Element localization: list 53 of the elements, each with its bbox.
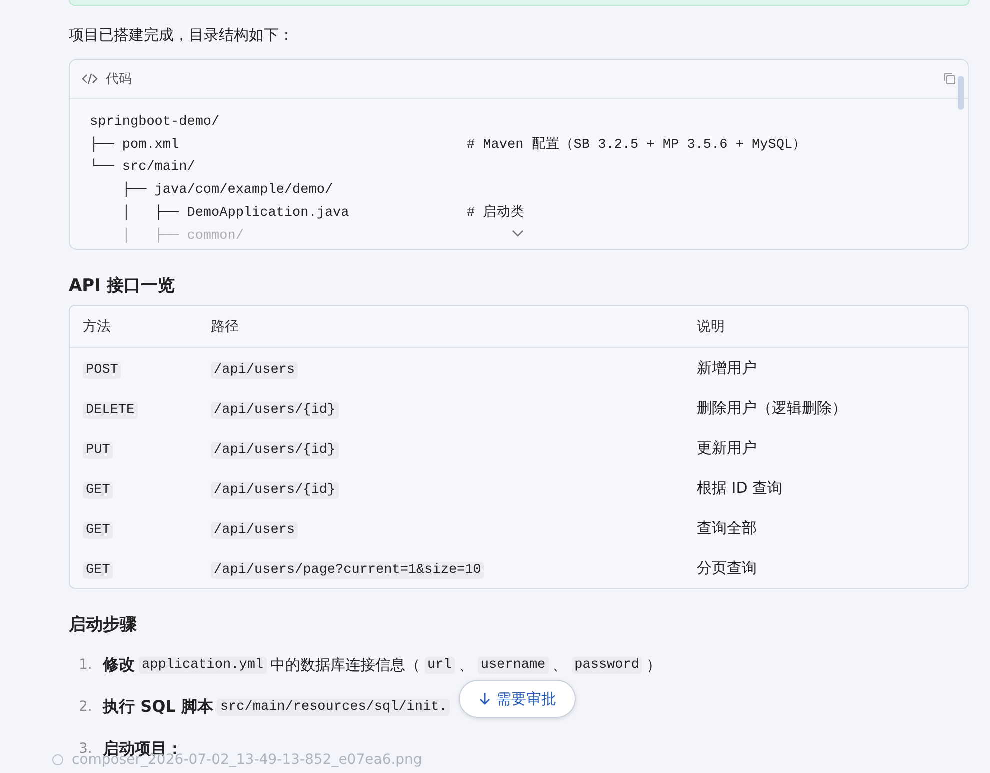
- step-label: 修改: [103, 654, 135, 676]
- section-heading: 启动步骤: [69, 614, 138, 636]
- code-line: │ ├── DemoApplication.java: [121, 204, 350, 223]
- code-line: ├── java/com/example/demo/: [121, 180, 334, 200]
- description-cell: 更新用户: [697, 438, 757, 456]
- code-comment: # Maven 配置（SB 3.2.5 + MP 3.5.6 + MySQL）: [467, 138, 807, 153]
- code-language-label: 代码: [106, 71, 132, 88]
- description-cell: 新增用户: [697, 358, 757, 376]
- method-cell: GET: [83, 522, 114, 538]
- approval-button[interactable]: 需要审批: [459, 680, 576, 718]
- path-cell: /api/users/{id}: [211, 402, 339, 418]
- arrow-down-icon: [478, 692, 490, 706]
- step-text: 中的数据库连接信息（: [270, 656, 421, 674]
- column-header: 路径: [211, 318, 240, 336]
- section-heading: API 接口一览: [69, 275, 176, 297]
- path-cell: /api/users: [211, 362, 298, 378]
- step-text: ）: [646, 656, 662, 674]
- inline-code: username: [478, 656, 549, 674]
- step-label: 执行 SQL 脚本: [103, 696, 214, 718]
- path-cell: /api/users: [211, 522, 298, 538]
- path-cell: /api/users/{id}: [211, 482, 339, 498]
- intro-text: 项目已搭建完成，目录结构如下：: [69, 26, 295, 45]
- step-text: 、: [458, 656, 474, 674]
- method-cell: DELETE: [83, 402, 138, 418]
- inline-code: application.yml: [139, 656, 267, 674]
- column-header: 方法: [83, 318, 112, 336]
- method-cell: GET: [83, 562, 114, 578]
- step-number: 3.: [79, 741, 92, 757]
- path-cell: /api/users/page?current=1&size=10: [211, 562, 484, 578]
- path-cell: /api/users/{id}: [211, 442, 339, 458]
- method-cell: GET: [83, 482, 114, 498]
- file-icon: [52, 754, 64, 766]
- description-cell: 分页查询: [697, 558, 757, 576]
- code-line: │ ├── common/: [121, 226, 245, 246]
- code-icon: [82, 73, 98, 85]
- code-line: springboot-demo/: [90, 114, 221, 132]
- code-line: ├── pom.xml: [90, 136, 180, 155]
- step-number: 1.: [79, 657, 94, 673]
- inline-code: password: [572, 656, 642, 674]
- step-number: 2.: [79, 699, 94, 715]
- step-text: 、: [552, 656, 568, 674]
- copy-icon[interactable]: [944, 73, 956, 85]
- chevron-down-icon[interactable]: [512, 230, 524, 238]
- inline-code: url: [424, 656, 455, 674]
- code-line: └── src/main/: [90, 158, 196, 178]
- column-header: 说明: [697, 318, 726, 336]
- description-cell: 根据 ID 查询: [697, 478, 783, 496]
- method-cell: PUT: [83, 442, 114, 458]
- description-cell: 删除用户（逻辑删除）: [697, 398, 847, 416]
- code-comment: # 启动类: [467, 206, 526, 221]
- method-cell: POST: [83, 362, 122, 378]
- inline-code: src/main/resources/sql/init.: [217, 698, 450, 716]
- description-cell: 查询全部: [697, 518, 757, 536]
